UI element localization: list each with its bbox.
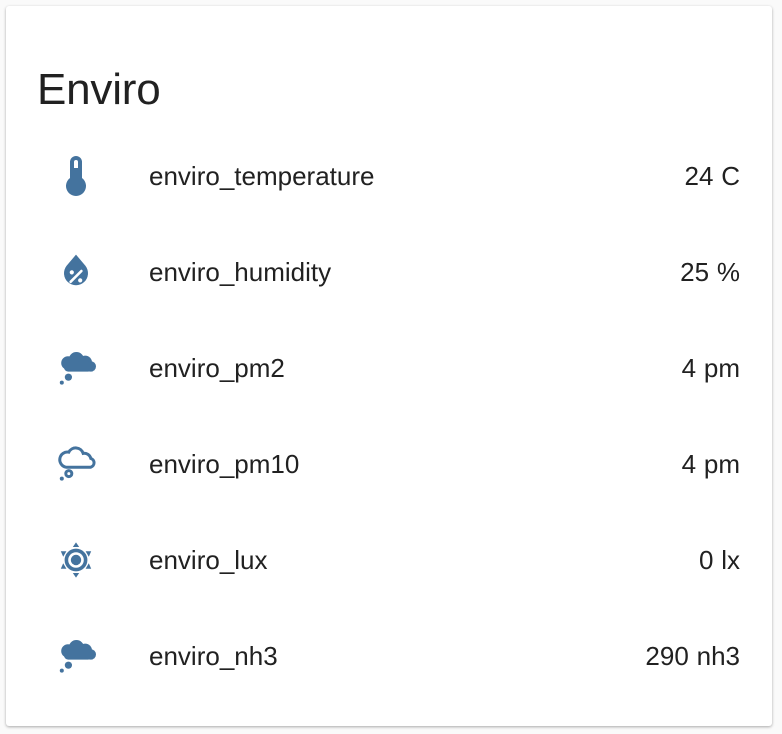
state-value: 25 xyxy=(680,257,710,287)
entity-state: 290 nh3 xyxy=(645,641,740,671)
state-unit: C xyxy=(721,161,740,191)
entity-row-humidity[interactable]: enviro_humidity 25% xyxy=(6,224,772,320)
entity-row-temperature[interactable]: enviro_temperature 24 C xyxy=(6,128,772,224)
entity-row-nh3[interactable]: enviro_nh3 290 nh3 xyxy=(6,608,772,704)
entity-row-pm10[interactable]: enviro_pm10 4 pm xyxy=(6,416,772,512)
entity-row-lux[interactable]: enviro_lux 0 lx xyxy=(6,512,772,608)
brightness-sun-icon xyxy=(52,536,100,584)
entity-state: 4 pm xyxy=(682,449,740,479)
state-value: 24 xyxy=(684,161,714,191)
entity-name: enviro_temperature xyxy=(149,161,375,191)
entity-name: enviro_humidity xyxy=(149,257,332,287)
entity-row-pm2[interactable]: enviro_pm2 4 pm xyxy=(6,320,772,416)
entity-list: enviro_temperature 24 C enviro_humidity 2… xyxy=(6,128,772,704)
card-title: Enviro xyxy=(37,65,161,114)
entity-name: enviro_pm10 xyxy=(149,449,300,479)
entity-name: enviro_lux xyxy=(149,545,268,575)
entity-state: 0 lx xyxy=(699,545,740,575)
state-value: 0 xyxy=(698,545,714,575)
state-unit: nh3 xyxy=(696,641,740,671)
weather-fog-cloud-icon xyxy=(52,632,100,680)
state-value: 4 xyxy=(681,353,697,383)
cloud-outline-icon xyxy=(52,440,100,488)
entity-name: enviro_pm2 xyxy=(149,353,285,383)
thermometer-icon xyxy=(52,152,100,200)
state-unit: % xyxy=(716,257,740,287)
entity-name: enviro_nh3 xyxy=(149,641,278,671)
entity-state: 4 pm xyxy=(682,353,740,383)
state-unit: pm xyxy=(703,449,740,479)
weather-fog-cloud-icon xyxy=(52,344,100,392)
entities-card: Enviro enviro_temperature 24 C enviro_hu… xyxy=(6,6,772,726)
water-percent-icon xyxy=(52,248,100,296)
state-unit: pm xyxy=(703,353,740,383)
entity-state: 24 C xyxy=(685,161,741,191)
state-unit: lx xyxy=(721,545,740,575)
state-value: 290 xyxy=(645,641,689,671)
entity-state: 25% xyxy=(680,257,740,287)
state-value: 4 xyxy=(681,449,697,479)
